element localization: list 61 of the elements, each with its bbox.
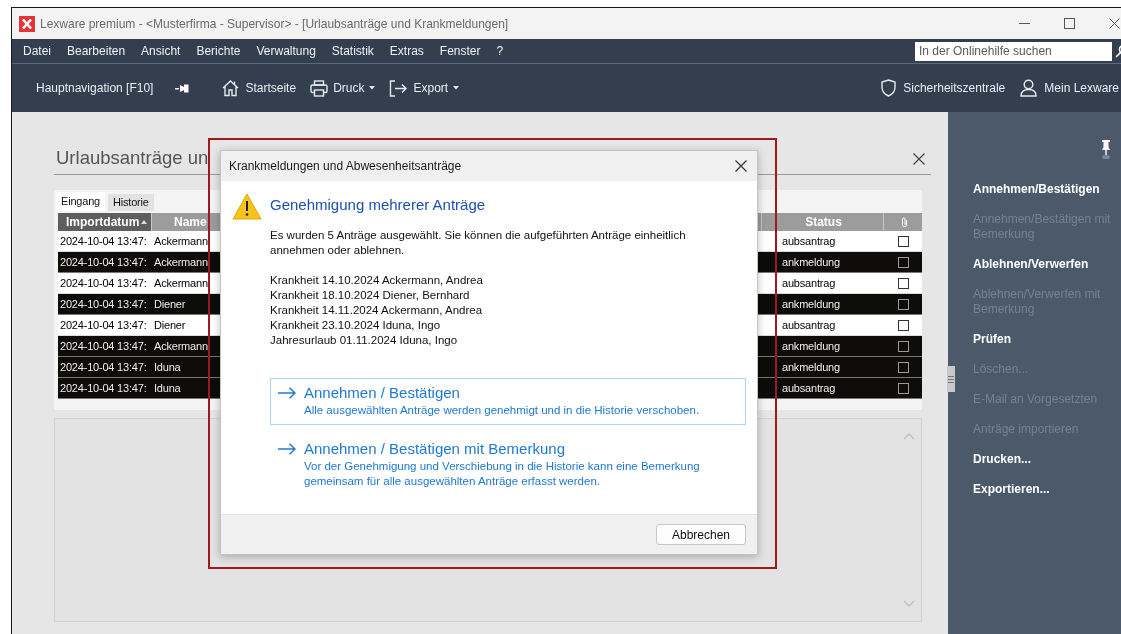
table-cell-text: 2024-10-04 13:47: <box>59 256 148 268</box>
table-cell-text: Ackermann <box>153 277 208 289</box>
menu-item[interactable]: Verwaltung <box>254 44 318 58</box>
table-cell-text: Ackermann <box>153 256 208 268</box>
request-item: Krankheit 18.10.2024 Diener, Bernhard <box>270 288 471 303</box>
command-link[interactable]: Annehmen / Bestätigen Alle ausgewählten Anträge werden genehmigt und in die Historie verschoben. <box>270 378 746 425</box>
search-field[interactable]: In der Onlinehilfe suchen <box>915 41 1112 61</box>
cancel-button[interactable]: Abbrechen <box>656 524 746 545</box>
tab[interactable]: Eingang <box>56 192 105 211</box>
dialog-message: Es wurden 5 Anträge ausgewählt. Sie können die aufgeführten Anträge einheitlich annehmen oder ablehnen. <box>270 228 687 258</box>
table-cell-text: 2024-10-04 13:47: <box>59 361 148 373</box>
table-cell-text: Diener <box>153 298 186 310</box>
table-cell-text: 2024-10-04 13:47: <box>59 340 148 352</box>
request-item: Krankheit 14.10.2024 Ackermann, Andrea <box>270 273 484 288</box>
action-link[interactable]: Drucken... <box>973 452 1115 467</box>
command-link[interactable]: Annehmen / Bestätigen mit Bemerkung Vor der Genehmigung und Verschiebung in die Historie kann eine Bemerkung gemeinsam für alle ausgewählten Anträge erfasst werden. <box>270 434 746 496</box>
table-cell-text: 2024-10-04 13:47: <box>59 235 148 247</box>
menu-item[interactable]: Ansicht <box>139 44 183 58</box>
menu-item[interactable]: Berichte <box>194 44 243 58</box>
dialog-title: Krankmeldungen und Abwesenheitsanträge <box>229 159 462 173</box>
dialog-heading: Genehmigung mehrerer Anträge <box>270 196 487 213</box>
table-cell-text: 2024-10-04 13:47: <box>59 298 148 310</box>
request-item: Krankheit 14.11.2024 Ackermann, Andrea <box>270 303 484 318</box>
menu-item[interactable]: Datei <box>21 44 53 58</box>
table-cell-text: ankmeldung <box>781 340 841 352</box>
table-cell-text: ankmeldung <box>781 256 841 268</box>
tab[interactable]: Historie <box>108 194 154 211</box>
table-cell-text: Ackermann <box>153 235 208 247</box>
table-cell-text: ankmeldung <box>781 298 841 310</box>
column-header[interactable]: Importdatum <box>58 213 152 231</box>
toolbar-button[interactable]: Druck <box>310 74 376 102</box>
toolbar-button[interactable]: Sicherheitszentrale <box>881 74 1006 102</box>
table-cell-text: Iduna <box>153 361 181 373</box>
toolbar-button[interactable]: Startseite <box>221 74 297 102</box>
action-link[interactable]: Exportieren... <box>973 482 1115 497</box>
toolbar-button[interactable]: Export <box>389 74 460 102</box>
action-link[interactable]: Annehmen/Bestätigen <box>973 182 1115 197</box>
menu-item[interactable]: Extras <box>387 44 426 58</box>
menu-item[interactable]: Fenster <box>437 44 483 58</box>
window-title: Lexware premium - <Musterfirma - Supervisor> - [Urlaubsanträge und Krankmeldungen] <box>40 16 509 31</box>
request-item: Krankheit 23.10.2024 Iduna, Ingo <box>270 318 442 333</box>
table-cell-text: 2024-10-04 13:47: <box>59 382 148 394</box>
menu-item[interactable]: ? <box>494 44 506 58</box>
table-cell-text: aubsantrag <box>781 319 837 331</box>
toolbar-button[interactable]: Mein Lexware <box>1020 74 1119 102</box>
table-cell-text: Iduna <box>153 382 181 394</box>
action-link[interactable]: Ablehnen/Verwerfen <box>973 257 1115 272</box>
table-cell-text: aubsantrag <box>781 277 837 289</box>
view-title: Urlaubsanträge un <box>55 147 209 170</box>
menu-item[interactable]: Bearbeiten <box>65 44 128 58</box>
action-link[interactable]: Prüfen <box>973 332 1115 347</box>
table-cell-text: 2024-10-04 13:47: <box>59 277 148 289</box>
menu-item[interactable]: Statistik <box>329 44 376 58</box>
table-cell-text: Ackermann <box>153 340 208 352</box>
table-cell-text: aubsantrag <box>781 235 837 247</box>
navigation-toggle[interactable]: Hauptnavigation [F10] <box>36 81 154 95</box>
table-cell-text: ankmeldung <box>781 361 841 373</box>
table-cell-text: aubsantrag <box>781 382 837 394</box>
table-cell-text: Diener <box>153 319 186 331</box>
table-cell-text: 2024-10-04 13:47: <box>59 319 148 331</box>
request-item: Jahresurlaub 01.11.2024 Iduna, Ingo <box>270 333 459 348</box>
